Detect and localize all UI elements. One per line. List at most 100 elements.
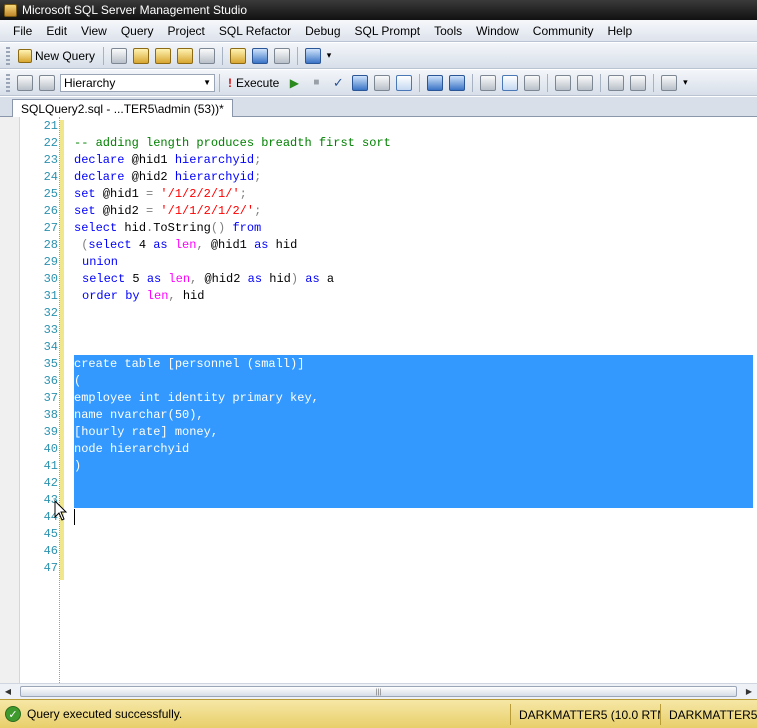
menu-sql-prompt[interactable]: SQL Prompt (348, 22, 428, 40)
menu-sql-refactor[interactable]: SQL Refactor (212, 22, 298, 40)
change-connection-button[interactable] (37, 73, 57, 93)
code-token: len (139, 289, 169, 303)
line-number: 31 (43, 289, 58, 303)
menu-query[interactable]: Query (114, 22, 161, 40)
indent-icon (630, 74, 647, 91)
results-to-grid-button[interactable] (500, 73, 520, 93)
status-server: DARKMATTER5 (10.0 RTM) (510, 704, 660, 725)
menu-community[interactable]: Community (526, 22, 601, 40)
code-token: set (74, 204, 96, 218)
connect-button[interactable] (15, 73, 35, 93)
toolbar-separator (103, 46, 105, 65)
open-file-button[interactable] (228, 46, 248, 66)
code-token: set (74, 187, 96, 201)
code-token: a (319, 272, 335, 286)
code-token: ToString (153, 221, 211, 235)
grid-results-icon (502, 74, 519, 91)
comment-button[interactable] (553, 73, 573, 93)
toolbar-overflow-icon[interactable]: ▾ (324, 50, 334, 61)
sql-ce-query-button[interactable] (197, 46, 217, 66)
save-button[interactable] (250, 46, 270, 66)
monitor-icon (305, 47, 322, 64)
code-line-31: order by len, hid (82, 288, 204, 305)
client-statistics-button[interactable] (447, 73, 467, 93)
scroll-left-icon[interactable]: ◀ (0, 684, 16, 699)
cancel-query-button[interactable]: ■ (306, 73, 326, 93)
grid-icon (396, 74, 413, 91)
debug-button[interactable]: ▶ (284, 73, 304, 93)
query-editor[interactable]: 21 22 23 24 25 26 27 28 29 30 31 32 33 3… (0, 117, 757, 683)
scroll-thumb[interactable]: ||| (20, 686, 737, 697)
print-button[interactable] (272, 46, 292, 66)
analysis-services-mdx-button[interactable] (131, 46, 151, 66)
title-bar: Microsoft SQL Server Management Studio (0, 0, 757, 20)
analysis-services-xmla-button[interactable] (175, 46, 195, 66)
code-token: @hid2 (95, 204, 147, 218)
code-line-23: declare @hid1 hierarchyid; (74, 152, 261, 169)
connect-icon (17, 74, 33, 91)
results-to-text-button[interactable] (478, 73, 498, 93)
include-actual-plan-button[interactable] (425, 73, 445, 93)
menu-project[interactable]: Project (161, 22, 212, 40)
toolbar-separator (297, 46, 299, 65)
code-token: ; (239, 187, 247, 201)
code-token: ) (290, 272, 299, 286)
code-token: @hid1 (203, 238, 255, 252)
outdent-icon (608, 74, 625, 91)
line-number: 43 (43, 493, 58, 507)
status-user: DARKMATTER5\admin (53) (660, 704, 757, 725)
menu-tools[interactable]: Tools (427, 22, 469, 40)
checkmark-icon: ✓ (332, 74, 344, 90)
code-token: len (167, 238, 197, 252)
query-designer-button[interactable] (372, 73, 392, 93)
execute-button[interactable]: ! Execute (225, 73, 282, 93)
increase-indent-button[interactable] (628, 73, 648, 93)
specify-template-values-button[interactable] (659, 73, 679, 93)
text-results-icon (480, 74, 497, 91)
code-line-28: (select 4 as len, @hid1 as hid (74, 237, 297, 254)
activity-monitor-button[interactable] (303, 46, 323, 66)
code-token: @hid2 (124, 170, 175, 184)
menu-view[interactable]: View (74, 22, 114, 40)
parse-button[interactable]: ✓ (328, 73, 348, 93)
code-line-22: -- adding length produces breadth first … (74, 136, 391, 150)
menu-window[interactable]: Window (469, 22, 526, 40)
scroll-track[interactable]: ||| (16, 685, 741, 698)
tab-sqlquery2[interactable]: SQLQuery2.sql - ...TER5\admin (53))* (12, 99, 233, 117)
menu-help[interactable]: Help (600, 22, 639, 40)
chevron-down-icon: ▼ (203, 78, 211, 87)
menu-file[interactable]: File (6, 22, 39, 40)
toolbar-overflow-icon[interactable]: ▾ (680, 77, 690, 88)
sql-editor-toolbar: Hierarchy ▼ ! Execute ▶ ■ ✓ ▾ (0, 70, 757, 96)
database-select[interactable]: Hierarchy ▼ (60, 73, 215, 92)
line-number: 36 (43, 374, 58, 388)
mining-icon (155, 47, 172, 64)
thumb-grip-icon: ||| (375, 689, 382, 696)
line-number: 39 (43, 425, 58, 439)
decrease-indent-button[interactable] (606, 73, 626, 93)
toolbar-separator (219, 73, 220, 92)
status-message: Query executed successfully. (27, 707, 183, 721)
menu-edit[interactable]: Edit (39, 22, 74, 40)
code-token: as (298, 272, 320, 286)
stop-icon: ■ (313, 77, 320, 88)
menu-debug[interactable]: Debug (298, 22, 347, 40)
new-query-button[interactable]: New Query (15, 46, 98, 66)
toolbar-grip[interactable] (6, 73, 10, 92)
menu-bar: File Edit View Query Project SQL Refacto… (0, 20, 757, 42)
code-token: hid (175, 289, 205, 303)
horizontal-scrollbar[interactable]: ◀ ||| ▶ (0, 683, 757, 699)
database-engine-query-button[interactable] (109, 46, 129, 66)
toolbar-grip[interactable] (6, 46, 10, 65)
analysis-services-dmx-button[interactable] (153, 46, 173, 66)
toolbar-separator (547, 73, 549, 92)
results-to-grid-toggle[interactable] (394, 73, 414, 93)
code-token: select (88, 238, 132, 252)
line-number: 23 (43, 153, 58, 167)
uncomment-button[interactable] (575, 73, 595, 93)
display-estimated-plan-button[interactable] (350, 73, 370, 93)
code-token: declare (74, 170, 125, 184)
scroll-right-icon[interactable]: ▶ (741, 684, 757, 699)
results-to-file-button[interactable] (522, 73, 542, 93)
line-number: 42 (43, 476, 58, 490)
